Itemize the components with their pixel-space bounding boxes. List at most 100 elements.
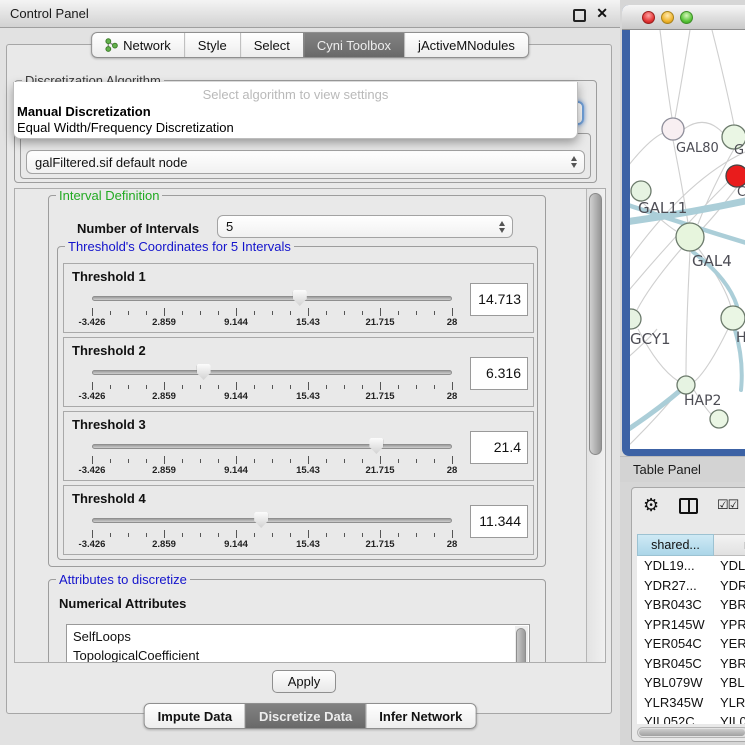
- group-title: Threshold's Coordinates for 5 Intervals: [65, 239, 294, 254]
- zoom-traffic-light-icon[interactable]: [680, 11, 693, 24]
- threshold-2-value-field[interactable]: 6.316: [470, 357, 528, 390]
- slider-track[interactable]: [92, 518, 452, 523]
- tab-jactivemnodules[interactable]: jActiveMNodules: [404, 33, 528, 57]
- slider-tick-labels: -3.4262.8599.14415.4321.71528: [92, 465, 452, 476]
- table-row[interactable]: YLR345WYLR3: [637, 693, 745, 713]
- tab-label: Network: [123, 38, 171, 53]
- node-gal11[interactable]: [631, 181, 651, 201]
- numerical-attributes-list[interactable]: SelfLoopsTopologicalCoefficientBetweenne…: [66, 624, 530, 662]
- table-row[interactable]: YDR27...YDR2: [637, 576, 745, 596]
- slider-thumb[interactable]: [197, 364, 211, 380]
- horizontal-scrollbar-thumb[interactable]: [639, 729, 745, 736]
- settings-viewport: Interval Definition Number of Intervals …: [15, 189, 586, 662]
- tab-discretize-data[interactable]: Discretize Data: [245, 704, 365, 728]
- tab-cyni-toolbox[interactable]: Cyni Toolbox: [303, 33, 404, 57]
- combo-stepper-icon: [566, 156, 581, 168]
- horizontal-scrollbar[interactable]: [637, 727, 745, 738]
- threshold-1-slider[interactable]: [92, 290, 452, 306]
- node[interactable]: [721, 306, 745, 330]
- dropdown-option-manual-discretization[interactable]: Manual Discretization: [14, 104, 577, 120]
- close-traffic-light-icon[interactable]: [642, 11, 655, 24]
- table-row[interactable]: YDL19...YDL1: [637, 556, 745, 576]
- node[interactable]: [710, 410, 728, 428]
- threshold-4-slider[interactable]: [92, 512, 452, 528]
- slider-thumb[interactable]: [293, 290, 307, 306]
- node-gal80[interactable]: [662, 118, 684, 140]
- tab-label: Discretize Data: [259, 709, 352, 724]
- threshold-3-value-field[interactable]: 21.4: [470, 431, 528, 464]
- apply-button[interactable]: Apply: [272, 670, 336, 693]
- tab-label: Impute Data: [158, 709, 232, 724]
- tab-label: Select: [254, 38, 290, 53]
- node-red-selected[interactable]: [726, 165, 745, 187]
- slider-track[interactable]: [92, 296, 452, 301]
- list-scrollbar-thumb[interactable]: [516, 628, 526, 662]
- table-row[interactable]: YER054CYER0: [637, 634, 745, 654]
- tab-select[interactable]: Select: [240, 33, 303, 57]
- close-icon[interactable]: ✕: [596, 5, 608, 22]
- table-row[interactable]: YBL079WYBL0: [637, 673, 745, 693]
- slider-track[interactable]: [92, 370, 452, 375]
- tab-label: Style: [198, 38, 227, 53]
- table-row[interactable]: YBR045CYBR0: [637, 654, 745, 674]
- threshold-3-slider[interactable]: [92, 438, 452, 454]
- tab-style[interactable]: Style: [184, 33, 240, 57]
- dropdown-placeholder: Select algorithm to view settings: [14, 82, 577, 104]
- node-hap2[interactable]: [677, 376, 695, 394]
- float-window-icon[interactable]: [573, 9, 586, 22]
- control-panel-window: Control Panel ✕ Network Style Select Cyn…: [0, 0, 620, 745]
- list-scrollbar[interactable]: [515, 626, 528, 662]
- slider-ticks: [92, 382, 452, 390]
- table-data-value: galFiltered.sif default node: [27, 155, 566, 170]
- number-of-intervals-combobox[interactable]: 5: [217, 215, 513, 238]
- table-row[interactable]: YIL052CYIL0: [637, 712, 745, 724]
- table-panel-card: ⚙ ☑☑ shared... n YDL19...YDL1YDR27...YDR…: [631, 487, 745, 742]
- tab-infer-network[interactable]: Infer Network: [365, 704, 475, 728]
- interval-definition-group: Interval Definition Number of Intervals …: [48, 195, 546, 567]
- slider-track[interactable]: [92, 444, 452, 449]
- attribute-list-item[interactable]: SelfLoops: [67, 627, 514, 646]
- table-panel-header: Table Panel: [620, 456, 745, 482]
- threshold-1-value-field[interactable]: 14.713: [470, 283, 528, 316]
- node-label-gal11: GAL11: [638, 199, 687, 217]
- node-label-gal4: GAL4: [692, 252, 732, 270]
- intervals-value: 5: [218, 219, 494, 234]
- vertical-scrollbar[interactable]: [586, 189, 605, 662]
- table-body: YDL19...YDL1YDR27...YDR2YBR043CYBR0YPR14…: [637, 556, 745, 724]
- column-header-shared-name[interactable]: shared...: [637, 534, 714, 556]
- column-header-name[interactable]: n: [714, 534, 745, 556]
- node-label-cut: H: [736, 330, 745, 346]
- vertical-scrollbar-thumb[interactable]: [589, 193, 602, 455]
- checkbox-icons[interactable]: ☑☑: [717, 497, 738, 513]
- table-data-combobox[interactable]: galFiltered.sif default node: [26, 150, 585, 174]
- attribute-list-item[interactable]: TopologicalCoefficient: [67, 646, 514, 662]
- bottom-tab-bar: Impute Data Discretize Data Infer Networ…: [144, 703, 477, 729]
- table-row[interactable]: YBR043CYBR0: [637, 595, 745, 615]
- node-label-hap2: HAP2: [684, 393, 721, 409]
- slider-tick-labels: -3.4262.8599.14415.4321.71528: [92, 391, 452, 402]
- node-gal4[interactable]: [676, 223, 704, 251]
- control-panel-titlebar: Control Panel ✕: [0, 0, 620, 28]
- group-title: Interval Definition: [56, 189, 162, 203]
- gear-icon[interactable]: ⚙: [643, 495, 659, 515]
- combo-stepper-icon: [494, 221, 509, 233]
- column-layout-icon[interactable]: [679, 498, 698, 514]
- dropdown-option-equal-width-frequency[interactable]: Equal Width/Frequency Discretization: [14, 120, 577, 136]
- minimize-traffic-light-icon[interactable]: [661, 11, 674, 24]
- tab-label: Cyni Toolbox: [317, 38, 391, 53]
- slider-thumb[interactable]: [254, 512, 268, 528]
- threshold-label: Threshold 4: [72, 491, 146, 506]
- slider-thumb[interactable]: [369, 438, 383, 454]
- threshold-2-slider[interactable]: [92, 364, 452, 380]
- slider-ticks: [92, 456, 452, 464]
- node-gcy1[interactable]: [630, 309, 641, 329]
- tab-network[interactable]: Network: [92, 33, 184, 57]
- threshold-4-value-field[interactable]: 11.344: [470, 505, 528, 538]
- slider-tick-labels: -3.4262.8599.14415.4321.71528: [92, 539, 452, 550]
- table-row[interactable]: YPR145WYPR1: [637, 615, 745, 635]
- tab-impute-data[interactable]: Impute Data: [145, 704, 245, 728]
- network-canvas[interactable]: GAL80 G C GAL11 GAL4 GCY1 H HAP2: [630, 30, 745, 449]
- threshold-2-panel: Threshold 2 -3.4262.8599.14415.4321.7152…: [63, 337, 534, 407]
- numerical-attributes-label: Numerical Attributes: [59, 596, 186, 611]
- network-view-window: GAL80 G C GAL11 GAL4 GCY1 H HAP2: [622, 5, 745, 456]
